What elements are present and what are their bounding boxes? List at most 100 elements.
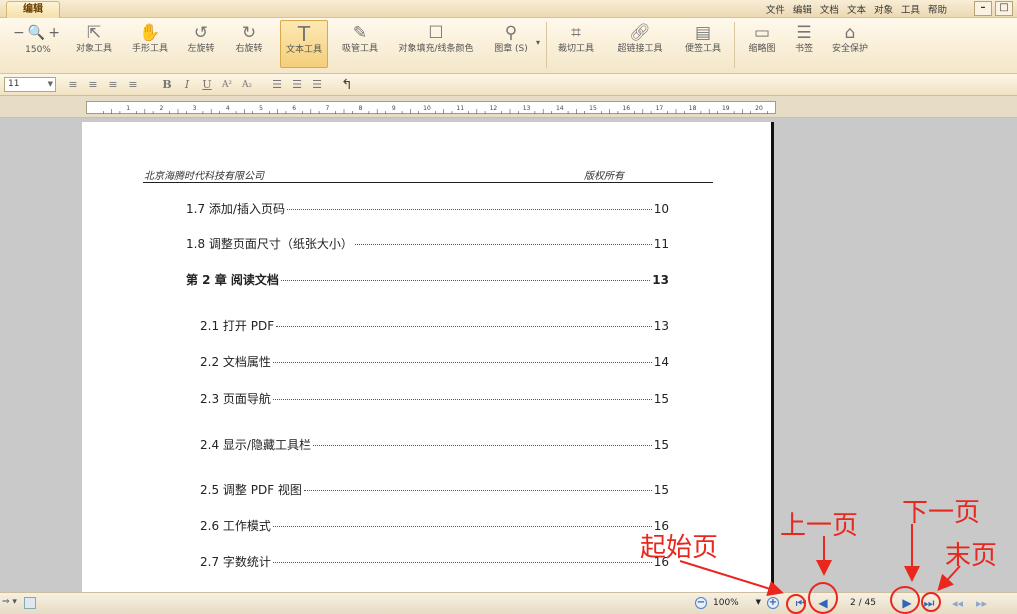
ribbon-separator (734, 22, 735, 68)
menu-edit[interactable]: 编辑 (793, 2, 812, 16)
text-tool-icon: T (297, 22, 311, 46)
ruler-number: 20 (755, 105, 763, 112)
toc-entry[interactable]: 2.2 文档属性 14 (200, 353, 669, 371)
menu-file[interactable]: 文件 (766, 2, 785, 16)
italic-button[interactable]: I (180, 77, 194, 93)
toc-entry[interactable]: 2.6 工作模式 16 (200, 517, 669, 535)
page-header-copyright: 版权所有 (584, 171, 624, 182)
zoom-icon: −🔍+ (13, 25, 63, 41)
maximize-button[interactable]: □ (995, 1, 1013, 16)
annotation-circle-prev-page (808, 582, 838, 614)
chevron-down-icon: ▼ (47, 80, 53, 88)
toc-entry[interactable]: 2.7 字数统计 16 (200, 553, 669, 571)
menu-document[interactable]: 文档 (820, 2, 839, 16)
ruler-number: 10 (423, 105, 431, 112)
eyedropper-tool-button[interactable]: ✎ 吸管工具 (338, 22, 382, 55)
crop-tool-button[interactable]: ⌗ 裁切工具 (554, 22, 598, 55)
page-number-field[interactable]: 2 / 45 (840, 596, 886, 611)
crop-icon: ⌗ (571, 23, 581, 43)
toc-entry[interactable]: 2.3 页面导航 15 (200, 390, 669, 408)
align-justify-button[interactable]: ≡ (126, 77, 140, 93)
text-tool-button[interactable]: T 文本工具 (280, 20, 328, 68)
forward-view-icon[interactable]: ▸▸ (976, 597, 987, 610)
thumbnail-button[interactable]: ▭ 缩略图 (742, 22, 782, 55)
toc-entry-chapter[interactable]: 第 2 章 阅读文档 13 (186, 271, 669, 289)
toc-entry[interactable]: 1.7 添加/插入页码 10 (186, 200, 669, 218)
menu-object[interactable]: 对象 (874, 2, 893, 16)
minimize-button[interactable]: – (974, 1, 992, 16)
align-justify-icon: ≡ (128, 78, 138, 91)
note-tool-button[interactable]: ▤ 便签工具 (680, 22, 726, 55)
tab-edit[interactable]: 编辑 (6, 1, 60, 18)
underline-button[interactable]: U (200, 77, 214, 93)
toc-entry[interactable]: 1.8 调整页面尺寸（纸张大小） 11 (186, 235, 669, 253)
dot-leader (276, 326, 652, 327)
line-spacing-2-button[interactable]: ☰ (290, 77, 304, 93)
ruler-number: 2 (159, 105, 163, 112)
annotation-label-next-page: 下一页 (902, 498, 981, 528)
bookmark-button[interactable]: ☰ 书签 (790, 22, 818, 55)
align-center-button[interactable]: ≡ (86, 77, 100, 93)
line-spacing-icon: ☰ (272, 78, 282, 91)
rotate-left-button[interactable]: ↺ 左旋转 (182, 22, 220, 55)
pointer-icon: ⇱ (86, 23, 102, 43)
ruler-number: 14 (556, 105, 564, 112)
toc-entry[interactable]: 2.5 调整 PDF 视图 15 (200, 481, 669, 499)
undo-button[interactable]: ↰ (340, 77, 354, 93)
page-view-icon[interactable] (24, 597, 36, 609)
back-view-icon[interactable]: ◂◂ (952, 597, 963, 610)
stamp-button[interactable]: ⚲ 图章 (S) (488, 22, 534, 55)
link-tool-button[interactable]: 🔗︎ 超链接工具 (612, 22, 668, 55)
security-button[interactable]: ⌂ 安全保护 (826, 22, 874, 55)
align-left-icon: ≡ (68, 78, 78, 91)
ribbon-toolbar: −🔍+ 150% ⇱ 对象工具 ✋ 手形工具 ↺ 左旋转 ↻ 右旋转 T 文本工… (0, 18, 1017, 74)
ruler-number: 1 (126, 105, 130, 112)
toc-entry[interactable]: 2.4 显示/隐藏工具栏 15 (200, 436, 669, 454)
status-zoom-select[interactable]: 100% ▼ (713, 598, 761, 608)
ruler-number: 9 (392, 105, 396, 112)
navigation-arrows-icon[interactable]: ⇒ ▾ (2, 597, 17, 607)
ribbon-separator (546, 22, 547, 68)
dot-leader (272, 362, 652, 363)
line-spacing-3-button[interactable]: ☰ (310, 77, 324, 93)
stamp-dropdown-arrow[interactable]: ▾ (536, 38, 540, 47)
font-size-select[interactable]: 11 ▼ (4, 77, 56, 92)
subscript-button[interactable]: A₂ (240, 77, 254, 93)
line-spacing-1-button[interactable]: ☰ (270, 77, 284, 93)
line-spacing-icon: ☰ (312, 78, 322, 91)
align-left-button[interactable]: ≡ (66, 77, 80, 93)
menu-help[interactable]: 帮助 (928, 2, 947, 16)
superscript-button[interactable]: A² (220, 77, 234, 93)
align-right-icon: ≡ (108, 78, 118, 91)
chevron-down-icon: ▼ (755, 598, 761, 606)
menu-tools[interactable]: 工具 (901, 2, 920, 16)
align-center-icon: ≡ (88, 78, 98, 91)
ruler-number: 17 (656, 105, 664, 112)
rotate-left-icon: ↺ (193, 23, 209, 43)
menu-text[interactable]: 文本 (847, 2, 866, 16)
zoom-control[interactable]: −🔍+ 150% (8, 22, 68, 55)
annotation-circle-first-page (786, 594, 806, 614)
undo-arrow-icon: ↰ (341, 77, 353, 93)
align-right-button[interactable]: ≡ (106, 77, 120, 93)
ruler-number: 13 (523, 105, 531, 112)
dot-leader (303, 490, 652, 491)
annotation-circle-next-page (890, 586, 920, 614)
horizontal-ruler: 1 2 3 4 5 6 7 8 9 10 11 12 13 14 15 16 17 18 19 20 (86, 101, 776, 114)
ruler-number: 15 (589, 105, 597, 112)
rotate-right-button[interactable]: ↻ 右旋转 (230, 22, 268, 55)
bold-button[interactable]: B (160, 77, 174, 93)
line-spacing-icon: ☰ (292, 78, 302, 91)
eyedropper-icon: ✎ (352, 23, 368, 43)
zoom-level: 150% (25, 45, 51, 55)
toc-entry[interactable]: 2.1 打开 PDF 13 (200, 317, 669, 335)
hand-tool-button[interactable]: ✋ 手形工具 (128, 22, 172, 55)
annotation-label-prev-page: 上一页 (780, 511, 859, 541)
zoom-in-button[interactable]: + (767, 597, 779, 609)
zoom-out-button[interactable]: − (695, 597, 707, 609)
annotation-label-last-page: 末页 (945, 541, 998, 571)
dot-leader (272, 526, 652, 527)
fill-color-button[interactable]: ☐ 对象填充/线条颜色 (396, 22, 476, 55)
ruler-number: 12 (490, 105, 498, 112)
object-tool-button[interactable]: ⇱ 对象工具 (72, 22, 116, 55)
